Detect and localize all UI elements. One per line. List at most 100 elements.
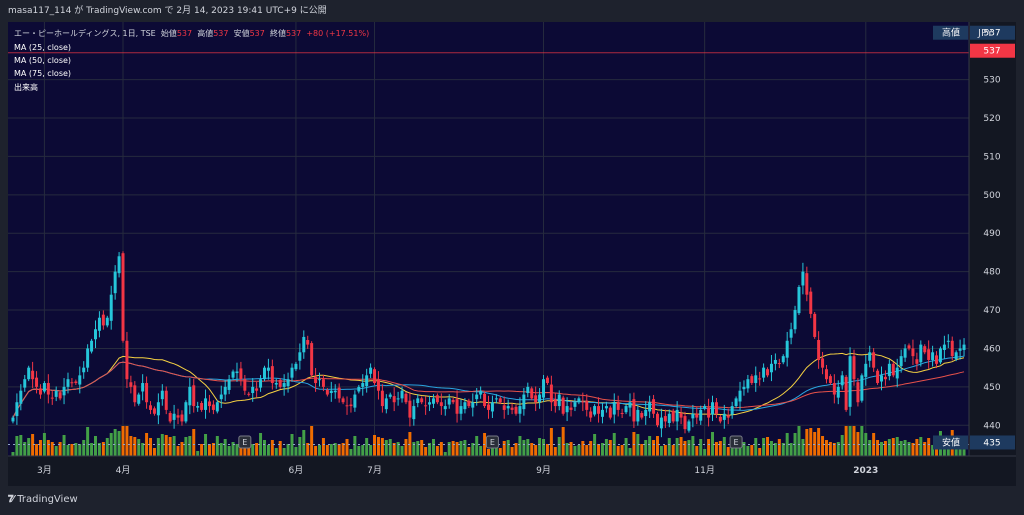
time-tick-label: 4月 xyxy=(116,465,131,476)
time-tick-label: 7月 xyxy=(367,465,382,476)
time-tick-label: 6月 xyxy=(289,465,304,476)
volume-bar xyxy=(766,437,770,456)
volume-bar xyxy=(667,438,671,456)
volume-bar xyxy=(542,439,546,456)
candle-body xyxy=(683,416,687,430)
price-chart[interactable]: E E E440450460470480490500510520530高値 53753… xyxy=(8,22,1016,486)
volume-bar xyxy=(298,437,302,456)
candle-body xyxy=(730,406,734,415)
volume-bar xyxy=(117,431,121,456)
candle-body xyxy=(447,398,451,405)
volume-bar xyxy=(573,446,577,456)
volume-bar xyxy=(62,435,66,456)
volume-bar xyxy=(487,449,490,456)
ma75-legend[interactable]: MA (75, close) xyxy=(14,68,71,80)
candle-body xyxy=(848,356,852,407)
publish-caption: masa117_114 が TradingView.com で 2月 14, 2… xyxy=(8,6,327,16)
candle-body xyxy=(844,376,848,410)
candle-body xyxy=(644,409,648,417)
chart-pane[interactable]: E E E 440 450 460 470 480 490 500 510 520 530 高値 537 53… xyxy=(8,22,1016,486)
candle-body xyxy=(561,397,565,414)
volume-legend[interactable]: 出来高 xyxy=(14,82,38,94)
tradingview-logo[interactable]: 𝟕⁄ TradingView xyxy=(8,494,78,505)
candle-body xyxy=(809,291,813,314)
ma50-legend[interactable]: MA (50, close) xyxy=(14,55,71,67)
price-tag: 安値 435 xyxy=(933,435,1015,450)
candle-body xyxy=(593,406,597,415)
volume-bar xyxy=(620,445,624,456)
volume-bar xyxy=(420,440,424,456)
volume-bar xyxy=(70,444,74,456)
low-value: 537 xyxy=(249,29,265,38)
candle-body xyxy=(766,369,770,376)
volume-bar xyxy=(545,444,549,456)
candle-body xyxy=(699,409,703,421)
volume-bar xyxy=(219,443,223,456)
candle-body xyxy=(687,421,691,431)
candle-body xyxy=(600,409,604,417)
volume-bar xyxy=(663,445,667,456)
candle-body xyxy=(691,413,695,419)
volume-bar xyxy=(207,444,211,456)
volume-bar xyxy=(506,440,510,456)
candle-body xyxy=(467,400,471,407)
volume-bar xyxy=(176,446,180,456)
volume-bar xyxy=(54,446,58,456)
candle-body xyxy=(109,294,113,321)
candle-body xyxy=(773,359,777,364)
price-tick-label: 480 xyxy=(983,268,1000,278)
candle-body xyxy=(133,385,137,403)
candle-body xyxy=(38,388,42,395)
volume-bar xyxy=(962,449,966,456)
candle-body xyxy=(946,340,950,342)
volume-bar xyxy=(824,440,828,456)
volume-bar xyxy=(27,438,31,456)
volume-bar xyxy=(235,444,239,456)
volume-bar xyxy=(384,440,388,456)
currency-label: JPY xyxy=(978,28,993,39)
volume-bar xyxy=(251,444,255,456)
candle-body xyxy=(70,382,74,384)
close-label: 終値 xyxy=(269,29,286,38)
volume-bar xyxy=(498,448,502,456)
candle-body xyxy=(172,413,176,420)
candle-body xyxy=(714,402,718,414)
candle-body xyxy=(880,375,883,382)
candle-body xyxy=(868,352,872,361)
volume-bar xyxy=(479,446,483,456)
volume-bar xyxy=(758,448,762,456)
candle-body xyxy=(152,408,156,414)
volume-bar xyxy=(113,429,117,456)
candle-body xyxy=(597,406,601,414)
candle-body xyxy=(62,386,66,396)
volume-bar xyxy=(38,440,42,456)
candle-body xyxy=(652,399,656,414)
candle-body xyxy=(207,401,211,407)
open-value: 537 xyxy=(176,29,193,38)
candle-body xyxy=(349,404,353,407)
candle-body xyxy=(962,344,966,350)
candle-body xyxy=(927,349,931,360)
volume-bar xyxy=(652,440,656,456)
candle-body xyxy=(769,363,773,373)
candle-body xyxy=(196,406,200,408)
volume-bar xyxy=(160,434,164,456)
candle-body xyxy=(46,383,50,395)
candle-body xyxy=(215,402,219,412)
volume-bar xyxy=(369,445,373,456)
candle-body xyxy=(891,363,895,376)
ma25-legend[interactable]: MA (25, close) xyxy=(14,42,71,54)
volume-bar xyxy=(294,447,298,456)
candle-body xyxy=(931,352,935,360)
volume-bar xyxy=(451,441,455,456)
candle-body xyxy=(353,394,357,408)
volume-bar xyxy=(616,446,620,456)
volume-bar xyxy=(683,441,687,456)
candle-body xyxy=(954,352,958,360)
volume-bar xyxy=(687,440,691,456)
volume-bar xyxy=(365,438,369,456)
price-tick-label: 520 xyxy=(983,114,1000,124)
candle-body xyxy=(624,406,628,413)
volume-bar xyxy=(553,447,557,456)
candle-body xyxy=(667,413,671,423)
